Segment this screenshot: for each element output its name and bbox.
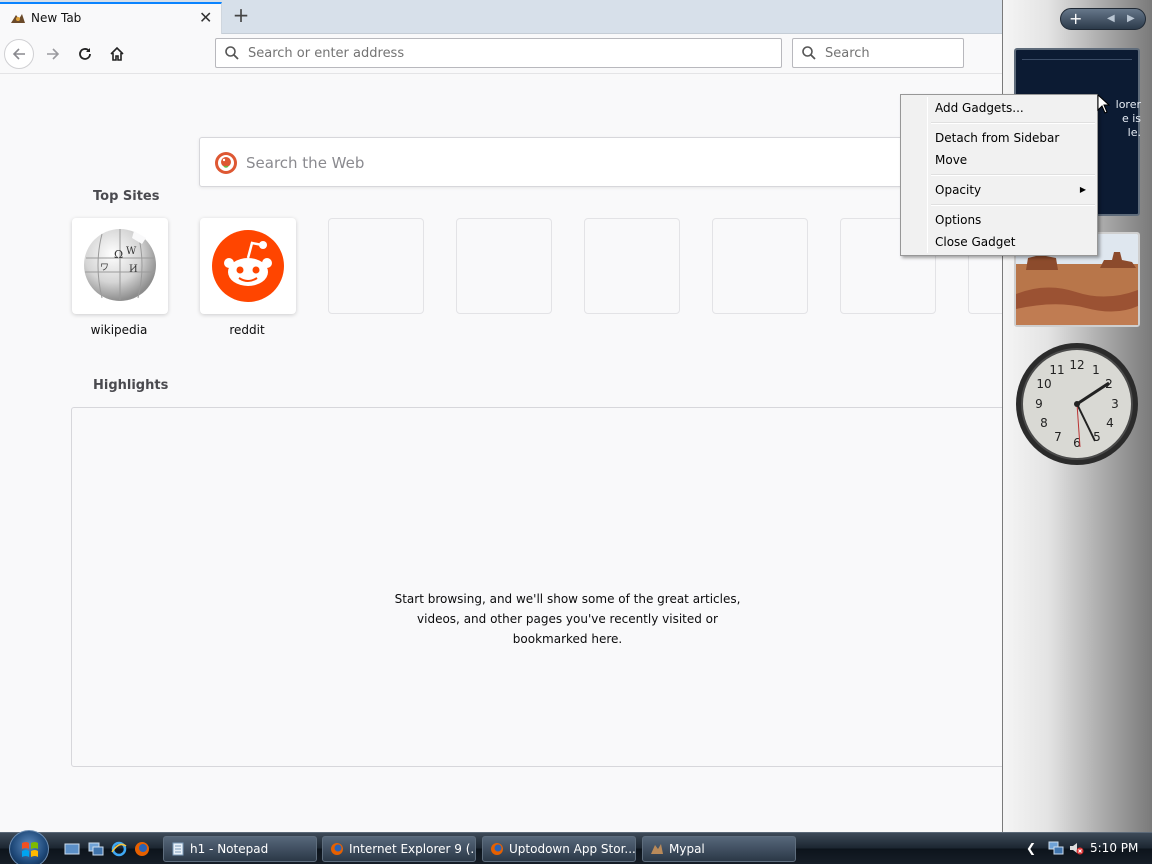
home-button[interactable] [102,39,132,69]
mypal-icon [651,844,663,854]
search-input[interactable] [825,43,955,63]
svg-text:Ω: Ω [114,248,123,261]
volume-muted-icon[interactable] [1068,840,1084,856]
top-sites-heading: Top Sites [93,189,160,204]
search-bar[interactable] [792,38,964,68]
reddit-alien-icon [212,230,284,302]
top-site-empty-slot [456,218,552,314]
back-button[interactable] [4,39,34,69]
clock-numeral-12: 12 [1069,358,1084,372]
clock-numeral-8: 8 [1040,416,1048,430]
menu-item-opacity-label: Opacity [935,183,982,197]
nav-bar [0,34,1002,74]
windows-logo-icon [22,842,38,857]
sidebar-controls[interactable]: + ◀ ▶ [1060,8,1146,30]
svg-text:И: И [129,264,138,275]
taskbar-button-mypal[interactable]: Mypal [642,836,796,862]
url-bar[interactable] [215,38,782,68]
top-site-tile-wikipedia[interactable]: Ω W И ワ [72,218,168,314]
switch-windows-icon[interactable] [88,841,104,857]
start-button[interactable] [9,830,49,864]
clock-numeral-10: 10 [1036,377,1051,391]
web-search-input[interactable] [246,152,846,174]
clock-numeral-1: 1 [1092,363,1100,377]
arrow-right-icon [47,48,60,60]
top-site-label-wikipedia: wikipedia [90,323,148,337]
top-site-empty-slot [712,218,808,314]
menu-item-move[interactable]: Move [903,150,1095,170]
firefox-icon [491,843,503,855]
mypal-icon [11,14,25,23]
taskbar-button-label: Mypal [669,842,705,856]
clock-numeral-3: 3 [1111,397,1119,411]
clock-numeral-11: 11 [1049,363,1064,377]
taskbar-button-label: Internet Explorer 9 (... [349,842,476,856]
notepad-icon [172,842,184,856]
gadget-context-menu: Add Gadgets... Detach from Sidebar Move … [900,94,1098,256]
clock-gadget[interactable]: 12 1 2 3 4 5 6 7 8 9 10 11 [1014,341,1140,467]
taskbar-button-label: Uptodown App Stor... [509,842,636,856]
search-icon [225,46,239,60]
top-site-label-reddit: reddit [229,323,265,337]
clock-numeral-4: 4 [1106,416,1114,430]
highlights-empty-message: Start browsing, and we'll show some of t… [394,592,741,646]
mouse-cursor-icon [1097,94,1111,114]
show-hidden-icons-icon[interactable]: ❮ [1026,841,1036,855]
tab-title: New Tab [31,11,82,25]
highlights-panel [71,407,1064,767]
top-site-empty-slot [328,218,424,314]
web-search-box[interactable] [199,137,919,187]
submenu-arrow-icon: ▶ [1079,185,1086,194]
menu-item-options[interactable]: Options [903,210,1095,230]
close-tab-icon[interactable]: ✕ [199,10,212,26]
internet-explorer-icon[interactable] [111,841,127,857]
highlights-heading: Highlights [93,378,169,393]
taskbar-button-uptodown[interactable]: Uptodown App Stor... [482,836,636,862]
tab-new-tab[interactable]: New Tab ✕ [0,2,222,34]
menu-item-opacity[interactable]: Opacity ▶ [903,180,1095,200]
network-icon[interactable] [1048,840,1064,856]
search-icon [802,46,816,60]
menu-item-close-gadget[interactable]: Close Gadget [903,232,1095,252]
new-tab-button[interactable]: + [230,5,252,27]
reload-button[interactable] [70,39,100,69]
wikipedia-globe-icon: Ω W И ワ [84,229,156,301]
forward-button[interactable] [38,39,68,69]
arrow-left-icon [12,48,25,60]
clock-numeral-9: 9 [1035,397,1043,411]
svg-text:W: W [126,246,137,257]
top-site-tile-reddit[interactable] [200,218,296,314]
menu-separator [931,174,1095,176]
menu-separator [931,204,1095,206]
system-clock[interactable]: 5:10 PM [1090,841,1138,855]
address-input[interactable] [248,43,768,63]
next-page-icon[interactable]: ▶ [1127,13,1135,24]
svg-text:ワ: ワ [100,263,109,273]
firefox-icon [331,843,343,855]
home-icon [110,46,124,61]
firefox-icon[interactable] [134,841,150,857]
add-gadget-icon[interactable]: + [1069,10,1082,28]
taskbar-button-label: h1 - Notepad [190,842,269,856]
previous-page-icon[interactable]: ◀ [1107,13,1115,24]
gadget-header-line [1022,54,1132,60]
menu-item-detach-from-sidebar[interactable]: Detach from Sidebar [903,128,1095,148]
taskbar: h1 - Notepad Internet Explorer 9 (... Up… [0,830,1152,864]
menu-separator [931,122,1095,124]
clock-numeral-5: 5 [1093,430,1101,444]
analog-clock-face: 12 1 2 3 4 5 6 7 8 9 10 11 [1016,343,1138,465]
top-site-empty-slot [584,218,680,314]
taskbar-button-notepad[interactable]: h1 - Notepad [163,836,317,862]
show-desktop-icon[interactable] [64,841,80,857]
tab-bar: New Tab ✕ + [0,0,1002,34]
taskbar-button-internet-explorer-9[interactable]: Internet Explorer 9 (... [322,836,476,862]
menu-item-add-gadgets[interactable]: Add Gadgets... [903,98,1095,118]
reload-icon [79,48,91,60]
duckduckgo-icon [215,152,237,174]
clock-numeral-7: 7 [1054,430,1062,444]
